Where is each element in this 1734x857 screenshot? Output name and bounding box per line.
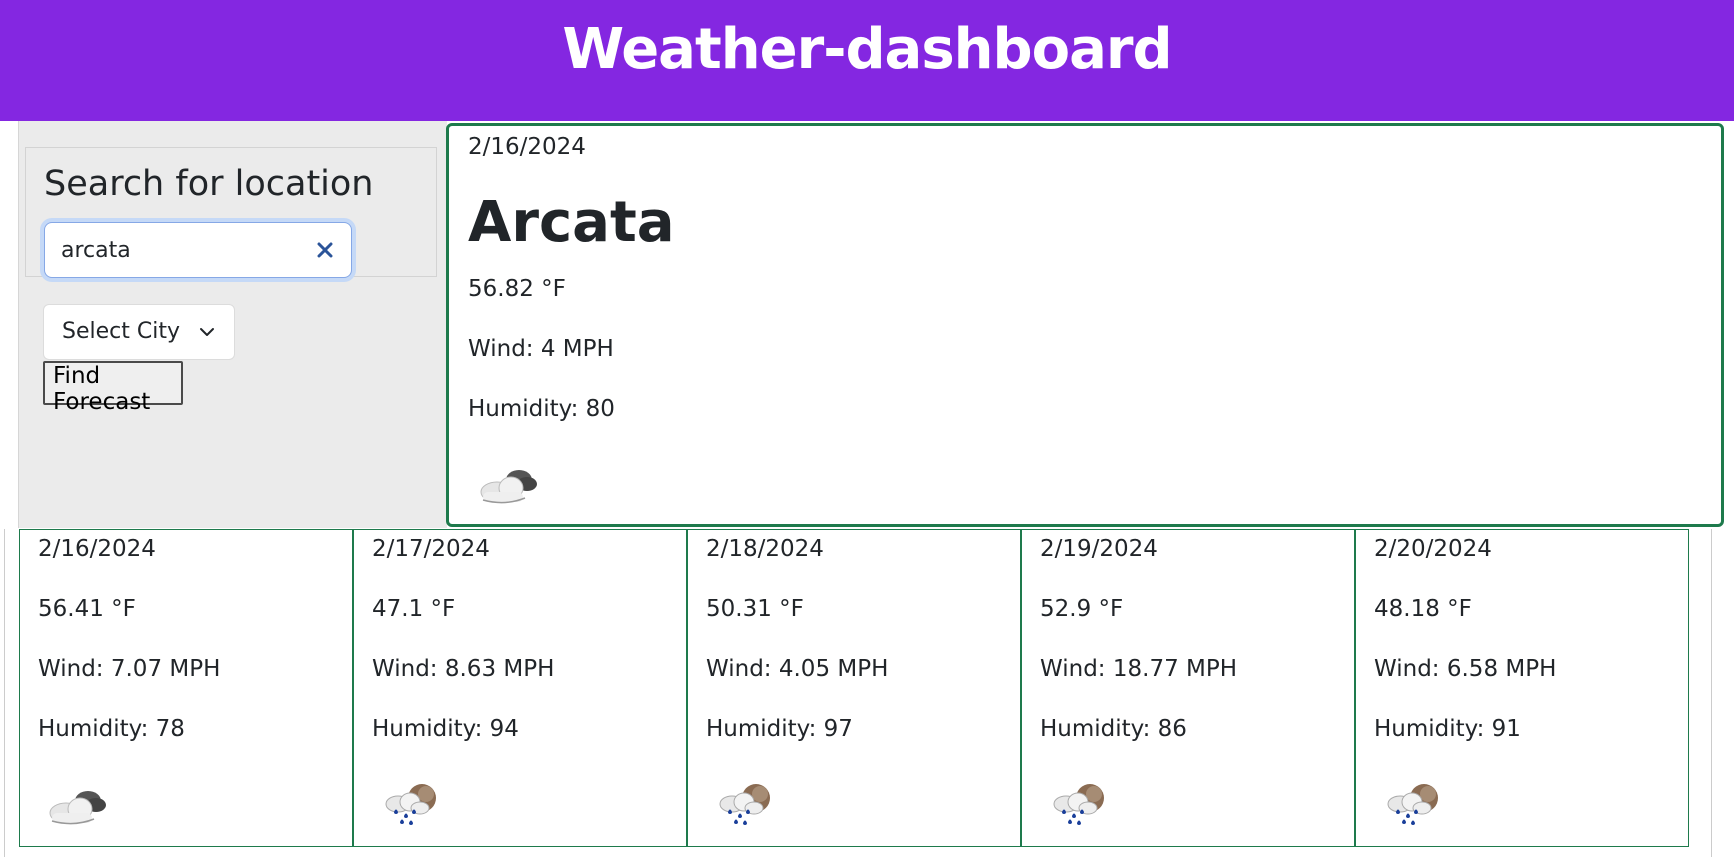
forecast-date: 2/19/2024 xyxy=(1040,536,1158,562)
forecast-date: 2/16/2024 xyxy=(38,536,156,562)
current-city: Arcata xyxy=(468,190,675,255)
city-select-label: Select City xyxy=(62,319,180,344)
forecast-temp: 52.9 °F xyxy=(1040,596,1124,622)
find-forecast-button[interactable]: Find Forecast xyxy=(43,361,183,415)
search-input-wrapper xyxy=(44,222,352,278)
forecast-wind: Wind: 18.77 MPH xyxy=(1040,656,1238,682)
forecast-humidity: Humidity: 86 xyxy=(1040,716,1187,742)
clear-icon[interactable] xyxy=(311,236,339,264)
forecast-humidity: Humidity: 78 xyxy=(38,716,185,742)
forecast-row: 2/16/2024 56.41 °F Wind: 7.07 MPH Humidi… xyxy=(4,529,1712,857)
forecast-date: 2/18/2024 xyxy=(706,536,824,562)
forecast-humidity: Humidity: 94 xyxy=(372,716,519,742)
forecast-humidity: Humidity: 97 xyxy=(706,716,853,742)
city-select[interactable]: Select City xyxy=(43,304,235,360)
forecast-card: 2/18/2024 50.31 °F Wind: 4.05 MPH Humidi… xyxy=(687,529,1021,847)
forecast-temp: 50.31 °F xyxy=(706,596,804,622)
search-title: Search for location xyxy=(44,164,374,204)
search-panel: Search for location xyxy=(25,147,437,278)
current-weather-card: 2/16/2024 Arcata 56.82 °F Wind: 4 MPH Hu… xyxy=(446,123,1724,527)
forecast-temp: 56.41 °F xyxy=(38,596,136,622)
forecast-temp: 47.1 °F xyxy=(372,596,456,622)
current-temp: 56.82 °F xyxy=(468,276,566,302)
current-wind: Wind: 4 MPH xyxy=(468,336,614,362)
forecast-wind: Wind: 7.07 MPH xyxy=(38,656,221,682)
forecast-card: 2/16/2024 56.41 °F Wind: 7.07 MPH Humidi… xyxy=(19,529,353,847)
forecast-wind: Wind: 8.63 MPH xyxy=(372,656,555,682)
cloudy-icon xyxy=(475,462,541,506)
current-date: 2/16/2024 xyxy=(468,134,586,160)
rain-icon xyxy=(378,782,444,828)
forecast-humidity: Humidity: 91 xyxy=(1374,716,1521,742)
rain-icon xyxy=(1046,782,1112,828)
forecast-card: 2/20/2024 48.18 °F Wind: 6.58 MPH Humidi… xyxy=(1355,529,1689,847)
forecast-card: 2/17/2024 47.1 °F Wind: 8.63 MPH Humidit… xyxy=(353,529,687,847)
rain-icon xyxy=(1380,782,1446,828)
forecast-card: 2/19/2024 52.9 °F Wind: 18.77 MPH Humidi… xyxy=(1021,529,1355,847)
app-header: Weather-dashboard xyxy=(0,0,1734,121)
forecast-temp: 48.18 °F xyxy=(1374,596,1472,622)
rain-icon xyxy=(712,782,778,828)
cloudy-icon xyxy=(44,782,110,828)
forecast-date: 2/17/2024 xyxy=(372,536,490,562)
page-title: Weather-dashboard xyxy=(562,17,1172,82)
search-input[interactable] xyxy=(61,223,301,277)
chevron-down-icon xyxy=(200,328,214,336)
forecast-wind: Wind: 6.58 MPH xyxy=(1374,656,1557,682)
forecast-date: 2/20/2024 xyxy=(1374,536,1492,562)
search-sidebar: Search for location Select City Find For… xyxy=(18,121,447,528)
current-humidity: Humidity: 80 xyxy=(468,396,615,422)
forecast-wind: Wind: 4.05 MPH xyxy=(706,656,889,682)
